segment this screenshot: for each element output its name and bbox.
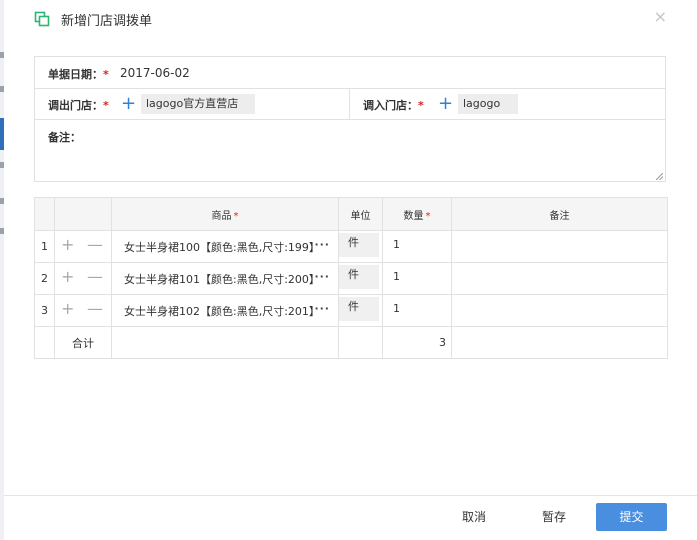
header-unit: 单位 xyxy=(338,197,383,231)
remark-cell[interactable] xyxy=(451,262,668,295)
header-product: 商品 * xyxy=(111,197,339,231)
header-rownum xyxy=(34,197,55,231)
in-store-label-text: 调入门店： xyxy=(363,99,418,112)
row-number: 2 xyxy=(34,262,55,295)
table-row: 2 + — 女士半身裙101【颜色:黑色,尺寸:200】 ··· 件 1 xyxy=(34,262,668,295)
required-mark: * xyxy=(418,99,424,112)
remove-row-icon[interactable]: — xyxy=(87,301,103,317)
required-mark: * xyxy=(233,210,239,222)
unit-cell: 件 xyxy=(338,294,383,327)
unit-value: 件 xyxy=(339,265,379,289)
submit-button[interactable]: 提交 xyxy=(596,503,667,531)
unit-cell: 件 xyxy=(338,230,383,263)
product-name: 女士半身裙100【颜色:黑色,尺寸:199】 xyxy=(124,240,320,254)
dialog-title-bar: 新增门店调拨单 × xyxy=(4,0,697,38)
product-cell[interactable]: 女士半身裙102【颜色:黑色,尺寸:201】 ··· xyxy=(111,294,339,327)
cancel-button[interactable]: 取消 xyxy=(452,503,496,531)
unit-cell: 件 xyxy=(338,262,383,295)
required-mark: * xyxy=(425,210,431,222)
remark-cell[interactable] xyxy=(451,230,668,263)
copy-icon xyxy=(34,11,50,27)
more-icon[interactable]: ··· xyxy=(314,239,330,251)
total-row: 合计 3 xyxy=(34,326,668,359)
quantity-value: 1 xyxy=(393,238,400,251)
resize-handle-icon[interactable] xyxy=(656,173,663,180)
quantity-cell[interactable]: 1 xyxy=(382,230,452,263)
required-mark: * xyxy=(103,99,109,112)
total-remark xyxy=(451,326,668,359)
add-row-icon[interactable]: + xyxy=(61,237,74,253)
table-row: 1 + — 女士半身裙100【颜色:黑色,尺寸:199】 ··· 件 1 xyxy=(34,230,668,263)
header-quantity: 数量 * xyxy=(382,197,452,231)
remark-cell[interactable] xyxy=(451,294,668,327)
row-number: 3 xyxy=(34,294,55,327)
row-number: 1 xyxy=(34,230,55,263)
total-product xyxy=(111,326,339,359)
date-row: 单据日期：* 2017-06-02 xyxy=(35,57,665,89)
quantity-cell[interactable]: 1 xyxy=(382,294,452,327)
unit-value: 件 xyxy=(339,297,379,321)
remark-row[interactable]: 备注： xyxy=(35,120,665,182)
header-quantity-text: 数量 xyxy=(403,210,424,222)
row-ops: + — xyxy=(54,294,112,327)
table-row: 3 + — 女士半身裙102【颜色:黑色,尺寸:201】 ··· 件 1 xyxy=(34,294,668,327)
table-header-row: 商品 * 单位 数量 * 备注 xyxy=(34,197,668,231)
remark-label: 备注： xyxy=(48,131,81,144)
save-draft-button[interactable]: 暂存 xyxy=(532,503,576,531)
more-icon[interactable]: ··· xyxy=(314,271,330,283)
add-row-icon[interactable]: + xyxy=(61,269,74,285)
header-product-text: 商品 xyxy=(211,210,232,222)
remove-row-icon[interactable]: — xyxy=(87,269,103,285)
product-cell[interactable]: 女士半身裙101【颜色:黑色,尺寸:200】 ··· xyxy=(111,262,339,295)
out-store-field[interactable]: lagogo官方直营店 xyxy=(141,94,255,114)
quantity-value: 1 xyxy=(393,302,400,315)
product-name: 女士半身裙101【颜色:黑色,尺寸:200】 xyxy=(124,272,320,286)
out-store-label-text: 调出门店： xyxy=(48,99,103,112)
in-store-field[interactable]: lagogo xyxy=(458,94,518,114)
date-label-text: 单据日期： xyxy=(48,68,103,81)
remove-row-icon[interactable]: — xyxy=(87,237,103,253)
date-label: 单据日期：* xyxy=(48,66,109,82)
add-row-icon[interactable]: + xyxy=(61,301,74,317)
total-label: 合计 xyxy=(54,326,112,359)
add-out-store-icon[interactable]: + xyxy=(121,95,136,113)
quantity-value: 1 xyxy=(393,270,400,283)
out-store-label: 调出门店：* xyxy=(48,97,109,113)
total-rownum xyxy=(34,326,55,359)
transfer-dialog: 新增门店调拨单 × 单据日期：* 2017-06-02 调出门店：* + lag… xyxy=(4,0,697,540)
required-mark: * xyxy=(103,68,109,81)
add-in-store-icon[interactable]: + xyxy=(438,95,453,113)
dialog-title: 新增门店调拨单 xyxy=(61,14,153,29)
product-cell[interactable]: 女士半身裙100【颜色:黑色,尺寸:199】 ··· xyxy=(111,230,339,263)
row-ops: + — xyxy=(54,262,112,295)
total-quantity: 3 xyxy=(382,326,452,359)
product-name: 女士半身裙102【颜色:黑色,尺寸:201】 xyxy=(124,304,320,318)
product-table: 商品 * 单位 数量 * 备注 1 + — 女士半身裙100【颜色:黑色,尺寸:19… xyxy=(34,197,668,359)
in-store-label: 调入门店：* xyxy=(363,97,424,113)
unit-value: 件 xyxy=(339,233,379,257)
total-unit xyxy=(338,326,383,359)
footer-divider xyxy=(4,495,697,496)
column-divider xyxy=(349,89,350,120)
close-icon[interactable]: × xyxy=(654,9,667,25)
header-remark: 备注 xyxy=(451,197,668,231)
header-ops xyxy=(54,197,112,231)
header-form: 单据日期：* 2017-06-02 调出门店：* + lagogo官方直营店 调… xyxy=(34,56,666,182)
row-ops: + — xyxy=(54,230,112,263)
more-icon[interactable]: ··· xyxy=(314,303,330,315)
quantity-cell[interactable]: 1 xyxy=(382,262,452,295)
date-value[interactable]: 2017-06-02 xyxy=(120,66,190,80)
store-row: 调出门店：* + lagogo官方直营店 调入门店：* + lagogo xyxy=(35,89,665,120)
